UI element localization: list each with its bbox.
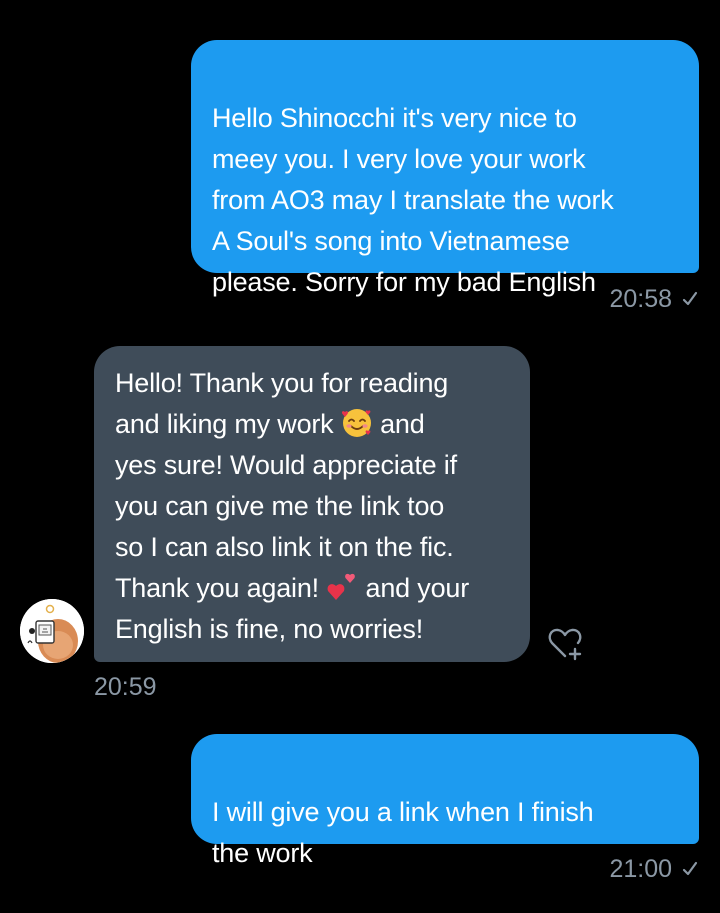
outgoing-message-bubble[interactable]: Hello Shinocchi it's very nice to meey y… bbox=[191, 40, 699, 297]
message-timestamp: 20:58 bbox=[609, 285, 672, 313]
smiling-face-with-hearts-emoji bbox=[341, 409, 371, 437]
user-avatar[interactable] bbox=[20, 599, 84, 663]
chat-screen: Hello Shinocchi it's very nice to meey y… bbox=[0, 0, 720, 913]
outgoing-message-bubble[interactable]: I will give you a link when I finish the… bbox=[191, 734, 699, 868]
message-timestamp: 20:59 bbox=[94, 673, 157, 701]
incoming-message-bubble[interactable]: Hello! Thank you for reading and liking … bbox=[94, 346, 530, 662]
two-hearts-emoji bbox=[327, 573, 356, 600]
avatar-illustration-icon bbox=[20, 599, 84, 663]
sent-check-icon bbox=[682, 861, 698, 876]
message-text: I will give you a link when I finish the… bbox=[212, 797, 594, 868]
add-reaction-heart-icon[interactable] bbox=[546, 625, 586, 661]
message-timestamp: 21:00 bbox=[609, 855, 672, 883]
message-text: Hello Shinocchi it's very nice to meey y… bbox=[212, 103, 614, 297]
message-meta: 20:58 bbox=[609, 284, 698, 314]
message-meta: 20:59 bbox=[94, 672, 157, 702]
sent-check-icon bbox=[682, 291, 698, 306]
message-meta: 21:00 bbox=[609, 854, 698, 884]
